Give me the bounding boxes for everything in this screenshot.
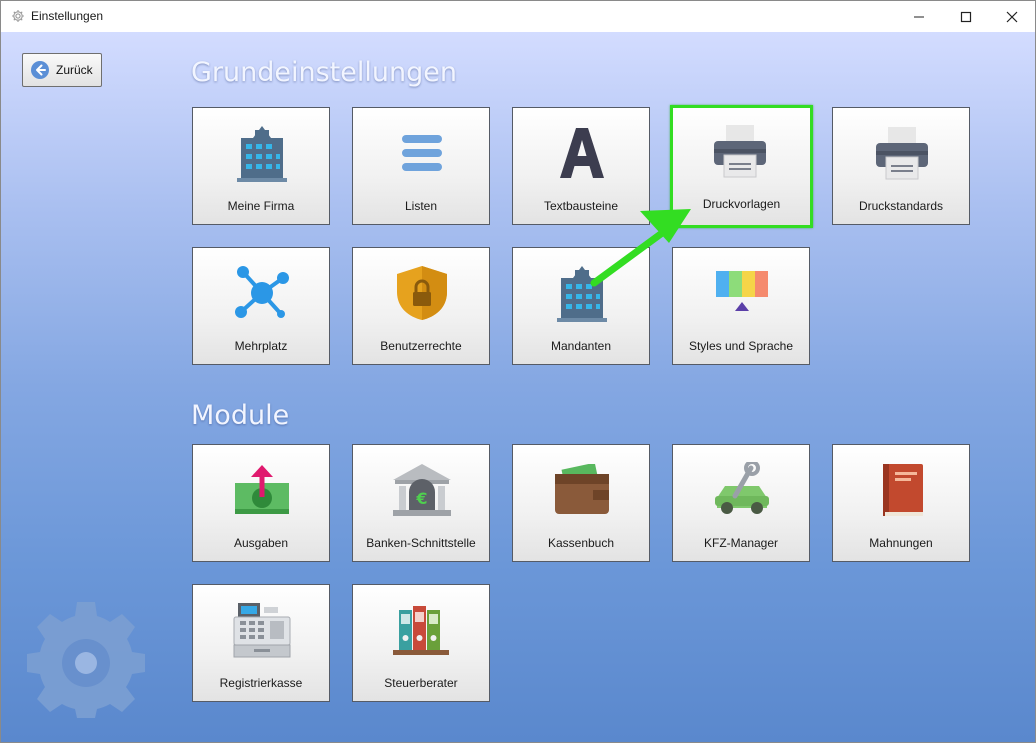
shield-lock-icon bbox=[397, 266, 447, 320]
tile-label: Mahnungen bbox=[869, 536, 933, 550]
minimize-icon bbox=[914, 16, 924, 17]
tile-banken-schnittstelle[interactable]: € Banken-Schnittstelle bbox=[352, 444, 490, 562]
tile-druckvorlagen[interactable]: Druckvorlagen bbox=[670, 105, 813, 228]
tile-mehrplatz[interactable]: Mehrplatz bbox=[192, 247, 330, 365]
tile-mahnungen[interactable]: Mahnungen bbox=[832, 444, 970, 562]
tile-mandanten[interactable]: Mandanten bbox=[512, 247, 650, 365]
minimize-button[interactable] bbox=[896, 1, 942, 32]
tile-steuerberater[interactable]: Steuerberater bbox=[352, 584, 490, 702]
list-icon bbox=[402, 135, 442, 171]
tile-meine-firma[interactable]: Meine Firma bbox=[192, 107, 330, 225]
tile-label: Benutzerrechte bbox=[380, 339, 462, 353]
back-button-label: Zurück bbox=[56, 63, 93, 77]
tile-listen[interactable]: Listen bbox=[352, 107, 490, 225]
tile-label: Registrierkasse bbox=[219, 676, 303, 690]
wallet-icon bbox=[555, 464, 609, 514]
tile-benutzerrechte[interactable]: Benutzerrechte bbox=[352, 247, 490, 365]
maximize-icon bbox=[960, 11, 972, 22]
office-building-icon bbox=[557, 266, 607, 322]
tile-textbausteine[interactable]: Textbausteine bbox=[512, 107, 650, 225]
settings-window: Einstellungen Zurück Grundeinstellungen bbox=[0, 0, 1036, 743]
bank-euro-icon: € bbox=[393, 464, 451, 516]
title-bar[interactable]: Einstellungen bbox=[1, 1, 1035, 32]
printer-icon bbox=[876, 127, 928, 180]
office-building-icon bbox=[237, 126, 287, 182]
arrow-left-circle-icon bbox=[31, 61, 49, 79]
tile-label: Textbausteine bbox=[543, 199, 619, 213]
tile-label: Mandanten bbox=[550, 339, 612, 353]
letter-a-icon bbox=[560, 128, 604, 178]
section-title-module: Module bbox=[191, 400, 290, 431]
tile-styles-und-sprache[interactable]: Styles und Sprache bbox=[672, 247, 810, 365]
tile-ausgaben[interactable]: Ausgaben bbox=[192, 444, 330, 562]
tile-label: Styles und Sprache bbox=[688, 339, 794, 353]
car-wrench-icon bbox=[715, 462, 769, 514]
window-title: Einstellungen bbox=[31, 9, 104, 23]
tile-label: Kassenbuch bbox=[547, 536, 615, 550]
tile-label: Steuerberater bbox=[384, 676, 458, 690]
binders-icon bbox=[393, 606, 449, 655]
tile-kfz-manager[interactable]: KFZ-Manager bbox=[672, 444, 810, 562]
maximize-button[interactable] bbox=[943, 1, 989, 32]
book-icon bbox=[883, 464, 923, 516]
section-title-grundeinstellungen: Grundeinstellungen bbox=[191, 57, 457, 88]
network-hub-icon bbox=[235, 266, 289, 318]
large-gear-icon bbox=[27, 602, 145, 718]
tile-label: Listen bbox=[404, 199, 438, 213]
svg-text:€: € bbox=[415, 489, 427, 508]
tile-label: Meine Firma bbox=[227, 199, 295, 213]
back-button[interactable]: Zurück bbox=[22, 53, 102, 87]
printer-icon bbox=[714, 125, 766, 178]
color-palette-icon bbox=[716, 271, 768, 311]
gear-icon bbox=[12, 10, 24, 22]
close-button[interactable] bbox=[989, 1, 1035, 32]
close-icon bbox=[1006, 11, 1018, 22]
money-out-icon bbox=[235, 465, 289, 514]
tile-kassenbuch[interactable]: Kassenbuch bbox=[512, 444, 650, 562]
cash-register-icon bbox=[233, 603, 291, 658]
tile-druckstandards[interactable]: Druckstandards bbox=[832, 107, 970, 225]
tile-registrierkasse[interactable]: Registrierkasse bbox=[192, 584, 330, 702]
settings-content: Zurück Grundeinstellungen Meine Firma Li… bbox=[1, 32, 1035, 742]
tile-label: Ausgaben bbox=[233, 536, 289, 550]
tile-label: Mehrplatz bbox=[234, 339, 288, 353]
tile-label: Banken-Schnittstelle bbox=[366, 536, 476, 550]
tile-label: Druckvorlagen bbox=[702, 197, 781, 211]
tile-label: Druckstandards bbox=[858, 199, 944, 213]
tile-label: KFZ-Manager bbox=[703, 536, 779, 550]
